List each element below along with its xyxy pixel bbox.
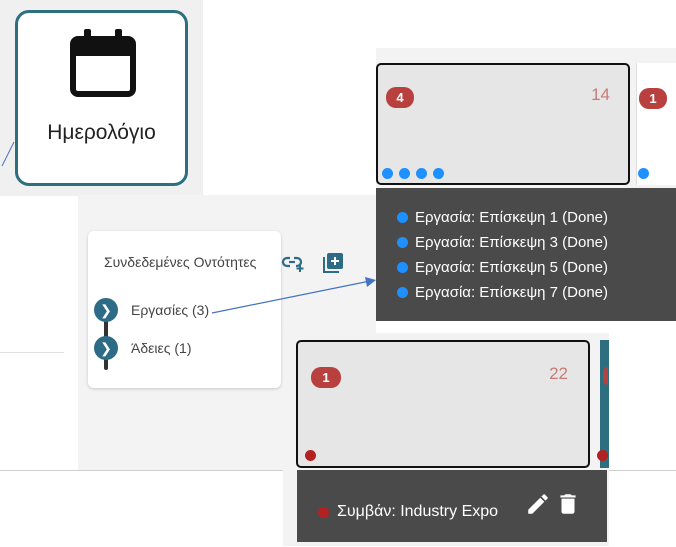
tooltip-task-item[interactable]: Εργασία: Επίσκεψη 3 (Done): [397, 234, 608, 251]
day-number: 14: [591, 85, 610, 104]
linked-entities-title: Συνδεδεμένες Οντότητες: [104, 254, 257, 270]
tooltip-task-item[interactable]: Εργασία: Επίσκεψη 7 (Done): [397, 284, 608, 301]
event-count-badge: 4: [386, 87, 414, 108]
calendar-icon: [70, 29, 136, 97]
calendar-day-cell[interactable]: 4 14: [376, 63, 630, 185]
day-number: 22: [549, 364, 568, 383]
event-count-badge: 1: [639, 88, 667, 109]
tooltip-task-item[interactable]: Εργασία: Επίσκεψη 1 (Done): [397, 209, 608, 226]
event-dot: [597, 450, 608, 461]
event-count-badge: 1: [311, 367, 341, 388]
task-label: Εργασία: Επίσκεψη 5 (Done): [415, 259, 609, 276]
event-dot: [416, 168, 427, 179]
event-dot: [382, 168, 393, 179]
event-dots: [382, 168, 444, 179]
event-dot: [433, 168, 444, 179]
task-label: Εργασία: Επίσκεψη 7 (Done): [415, 284, 609, 301]
event-dot: [305, 450, 316, 461]
task-label: Εργασία: Επίσκεψη 1 (Done): [415, 209, 609, 226]
chevron-right-icon: ❯: [100, 301, 112, 318]
chevron-right-icon: ❯: [100, 339, 112, 356]
edit-icon[interactable]: [525, 491, 551, 517]
calendar-tile-button[interactable]: Ημερολόγιο: [15, 10, 188, 186]
calendar-day-cell-edge: [600, 340, 609, 468]
tasks-tooltip: [376, 188, 676, 321]
calendar-tile-label: Ημερολόγιο: [47, 121, 156, 144]
linked-item-tasks[interactable]: Εργασίες (3): [131, 302, 209, 318]
expand-leaves-button[interactable]: ❯: [94, 336, 118, 360]
task-dot: [397, 237, 408, 248]
trash-icon[interactable]: [555, 490, 581, 518]
event-count-badge-edge: [603, 367, 608, 385]
expand-tasks-button[interactable]: ❯: [94, 298, 118, 322]
task-label: Εργασία: Επίσκεψη 3 (Done): [415, 234, 609, 251]
callout-arrow: [211, 277, 376, 314]
event-dot: [399, 168, 410, 179]
linked-item-leaves[interactable]: Άδειες (1): [131, 340, 191, 356]
calendar-day-cell[interactable]: 1: [636, 63, 676, 185]
calendar-day-cell[interactable]: 1 22: [296, 340, 590, 468]
task-dot: [397, 287, 408, 298]
event-label: Συμβάν: Industry Expo: [337, 503, 499, 520]
task-dot: [397, 262, 408, 273]
tooltip-task-item[interactable]: Εργασία: Επίσκεψη 5 (Done): [397, 259, 608, 276]
task-dot: [397, 212, 408, 223]
event-dot: [318, 506, 329, 518]
add-entity-icon[interactable]: [322, 252, 344, 274]
link-add-icon[interactable]: [281, 253, 305, 273]
divider: [0, 352, 64, 353]
callout-line-left: [1, 141, 15, 167]
event-dot: [638, 168, 649, 179]
tooltip-event-item[interactable]: Συμβάν: Industry Expo: [318, 503, 498, 521]
